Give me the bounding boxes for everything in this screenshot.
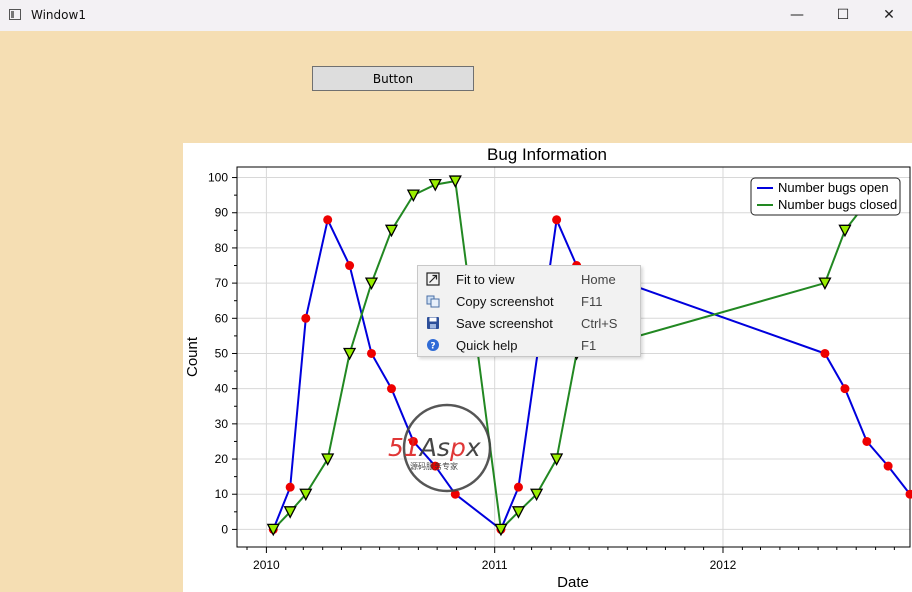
y-tick-label: 10	[215, 487, 229, 501]
data-point-open	[862, 436, 872, 446]
data-point-open	[883, 461, 893, 471]
title-bar[interactable]: Window1 — ☐ ✕	[0, 0, 912, 31]
chart-title: Bug Information	[487, 145, 607, 164]
menu-item-shortcut: F1	[581, 338, 597, 353]
y-tick-label: 0	[221, 522, 228, 536]
minimize-button[interactable]: —	[774, 0, 820, 31]
grid-lines	[237, 167, 910, 547]
watermark: 51Aspx 源码服务专家	[384, 402, 514, 494]
help-icon: ?	[427, 339, 439, 352]
y-axis-label: Count	[184, 336, 201, 377]
menu-item-shortcut: Home	[581, 272, 616, 287]
fit-to-view-icon	[426, 272, 440, 286]
menu-item-shortcut: F11	[581, 294, 603, 309]
save-icon	[427, 317, 439, 329]
x-tick-label: 2012	[710, 558, 737, 572]
y-tick-label: 90	[215, 206, 229, 220]
maximize-button[interactable]: ☐	[820, 0, 866, 31]
data-point-open	[323, 215, 333, 225]
data-point-open	[345, 261, 355, 271]
app-icon	[9, 9, 21, 20]
main-button[interactable]: Button	[312, 66, 474, 91]
x-axis-label: Date	[557, 574, 589, 591]
watermark-tagline: 源码服务专家	[410, 461, 458, 471]
svg-text:?: ?	[430, 342, 435, 352]
menu-item-save-screenshot[interactable]: Save screenshot Ctrl+S	[418, 312, 640, 334]
menu-item-copy-screenshot[interactable]: Copy screenshot F11	[418, 290, 640, 312]
plot-frame	[236, 166, 911, 548]
data-point-open	[513, 482, 523, 492]
legend-label-open: Number bugs open	[778, 180, 889, 195]
y-tick-label: 20	[215, 452, 229, 466]
menu-item-quick-help[interactable]: ? Quick help F1	[418, 334, 640, 356]
y-tick-label: 30	[215, 417, 229, 431]
x-tick-label: 2010	[253, 558, 280, 572]
axes: 0 10 20 30 40 50 60 70 80 90 100 2010 2011 2012	[208, 166, 911, 572]
chart-panel[interactable]: Bug Information 0 10 20 30 40 50 60 70 80 90 100 20…	[183, 143, 912, 592]
legend-label-closed: Number bugs closed	[778, 197, 897, 212]
bug-chart[interactable]: Bug Information 0 10 20 30 40 50 60 70 80 90 100 20…	[183, 143, 912, 592]
context-menu[interactable]: Fit to view Home Copy screenshot F11 Sav…	[417, 265, 641, 357]
menu-item-label: Save screenshot	[456, 316, 553, 331]
data-point-open	[366, 348, 376, 358]
data-point-open	[840, 384, 850, 394]
y-tick-label: 50	[215, 346, 229, 360]
data-point-closed	[384, 224, 399, 238]
watermark-logo: 51Aspx 源码服务专家	[388, 403, 492, 493]
menu-item-label: Quick help	[456, 338, 518, 353]
menu-item-fit-to-view[interactable]: Fit to view Home	[418, 268, 640, 290]
legend[interactable]: Number bugs open Number bugs closed	[750, 177, 901, 216]
data-point-open	[552, 215, 562, 225]
data-point-open	[285, 482, 295, 492]
y-tick-label: 80	[215, 241, 229, 255]
y-tick-label: 70	[215, 276, 229, 290]
data-point-closed	[406, 189, 420, 203]
menu-item-label: Copy screenshot	[456, 294, 554, 309]
window-title: Window1	[31, 8, 86, 22]
menu-item-label: Fit to view	[456, 272, 515, 287]
menu-item-shortcut: Ctrl+S	[581, 316, 618, 331]
watermark-brand: 51Aspx	[388, 433, 481, 462]
y-tick-label: 100	[208, 171, 228, 185]
data-point-closed	[838, 224, 852, 238]
data-point-open	[820, 348, 830, 358]
copy-icon	[426, 295, 440, 308]
x-tick-label: 2011	[482, 558, 508, 572]
data-point-open	[386, 384, 396, 394]
data-point-open	[301, 313, 311, 323]
close-button[interactable]: ✕	[866, 0, 912, 31]
y-tick-label: 40	[215, 382, 229, 396]
y-tick-label: 60	[215, 311, 229, 325]
